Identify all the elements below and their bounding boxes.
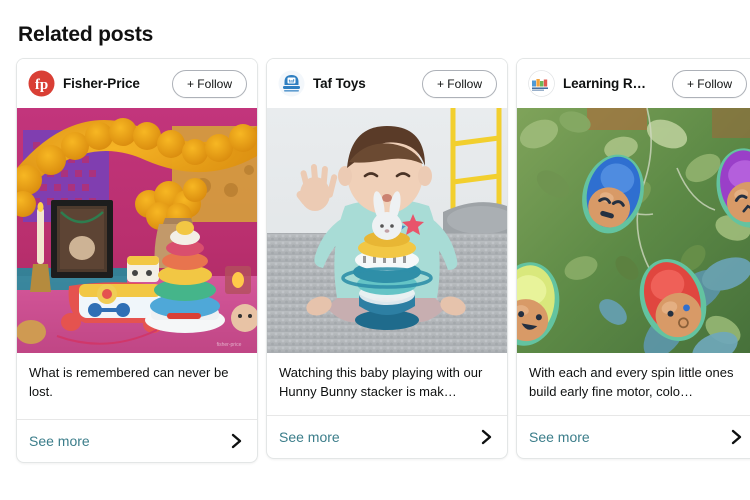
post-image[interactable] [267,108,507,353]
card-header: fp Fisher-Price + Follow [17,59,257,108]
learning-resources-logo-icon [528,70,555,97]
post-card[interactable]: taf Taf Toys + Follow Watching this baby… [266,58,508,459]
brand-name: Learning R… [563,76,646,91]
see-more-button[interactable]: See more [267,416,507,458]
see-more-label: See more [529,428,590,445]
card-header: taf Taf Toys + Follow [267,59,507,108]
chevron-right-icon [230,433,243,449]
follow-button[interactable]: + Follow [671,69,747,98]
chevron-right-icon [730,429,743,445]
post-caption: What is remembered can never be lost. [29,365,229,399]
post-card[interactable]: fp Fisher-Price + Follow fisher-price Wh… [16,58,258,463]
svg-text:fisher-price: fisher-price [217,342,242,348]
related-posts-carousel: fp Fisher-Price + Follow fisher-price Wh… [16,58,750,463]
see-more-label: See more [279,428,340,445]
svg-text:taf: taf [289,79,295,84]
follow-button[interactable]: + Follow [171,69,247,98]
post-image[interactable] [517,108,750,353]
post-image[interactable]: fisher-price [17,108,257,353]
post-caption: With each and every spin little ones bui… [529,365,734,399]
fisher-price-logo-icon: fp [28,70,55,97]
see-more-label: See more [29,432,90,449]
chevron-right-icon [480,429,493,445]
brand-name: Fisher-Price [63,76,140,91]
follow-button[interactable]: + Follow [421,69,497,98]
brand-name: Taf Toys [313,76,366,91]
post-caption: Watching this baby playing with our Hunn… [279,365,483,399]
page-title: Related posts [18,23,154,46]
svg-text:fp: fp [35,77,48,93]
see-more-button[interactable]: See more [17,420,257,462]
see-more-button[interactable]: See more [517,416,750,458]
card-header: Learning R… + Follow [517,59,750,108]
taf-toys-logo-icon: taf [278,70,305,97]
post-card[interactable]: Learning R… + Follow With each and every… [516,58,750,459]
related-posts-page: Related posts fp Fisher-Price + Follow f… [0,0,750,500]
